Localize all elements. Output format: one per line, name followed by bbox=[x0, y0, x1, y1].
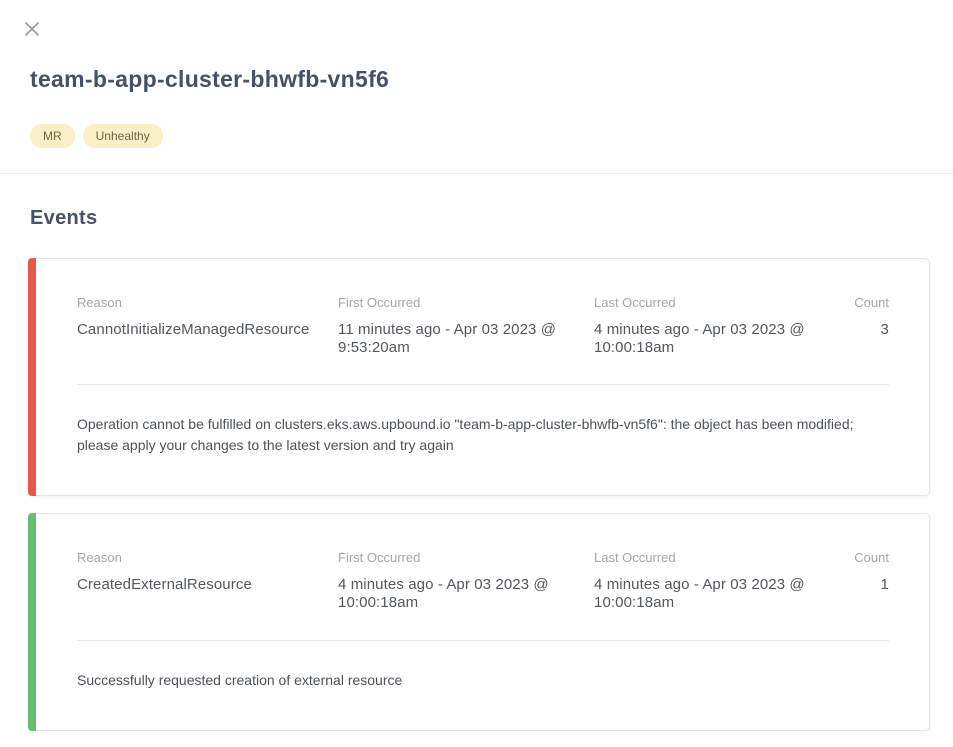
column-label-first-occurred: First Occurred bbox=[338, 295, 566, 310]
status-badge-unhealthy: Unhealthy bbox=[83, 124, 163, 148]
event-message: Successfully requested creation of exter… bbox=[77, 670, 889, 691]
event-header-row: Reason CannotInitializeManagedResource F… bbox=[77, 295, 889, 356]
column-label-last-occurred: Last Occurred bbox=[594, 295, 808, 310]
event-last-occurred: 4 minutes ago - Apr 03 2023 @ 10:00:18am bbox=[594, 321, 808, 356]
event-reason: CannotInitializeManagedResource bbox=[77, 321, 326, 339]
event-card-list: Reason CannotInitializeManagedResource F… bbox=[28, 258, 930, 731]
event-first-occurred: 11 minutes ago - Apr 03 2023 @ 9:53:20am bbox=[338, 321, 566, 356]
header-divider bbox=[0, 173, 953, 174]
event-first-occurred: 4 minutes ago - Apr 03 2023 @ 10:00:18am bbox=[338, 576, 566, 611]
column-label-reason: Reason bbox=[77, 550, 326, 565]
column-label-reason: Reason bbox=[77, 295, 326, 310]
success-accent-bar bbox=[28, 513, 36, 730]
event-last-occurred: 4 minutes ago - Apr 03 2023 @ 10:00:18am bbox=[594, 576, 808, 611]
column-label-last-occurred: Last Occurred bbox=[594, 550, 808, 565]
close-icon bbox=[24, 21, 40, 37]
event-card-error: Reason CannotInitializeManagedResource F… bbox=[28, 258, 930, 496]
page-title: team-b-app-cluster-bhwfb-vn5f6 bbox=[30, 66, 389, 93]
event-count: 3 bbox=[820, 321, 889, 339]
badge-row: MR Unhealthy bbox=[30, 124, 163, 148]
card-divider bbox=[77, 640, 889, 641]
event-header-row: Reason CreatedExternalResource First Occ… bbox=[77, 550, 889, 611]
error-accent-bar bbox=[28, 258, 36, 496]
column-label-count: Count bbox=[820, 550, 889, 565]
event-card-success: Reason CreatedExternalResource First Occ… bbox=[28, 513, 930, 730]
column-label-first-occurred: First Occurred bbox=[338, 550, 566, 565]
close-button[interactable] bbox=[24, 21, 40, 37]
event-count: 1 bbox=[820, 576, 889, 594]
events-section: Events Reason CannotInitializeManagedRes… bbox=[30, 207, 930, 747]
column-label-count: Count bbox=[820, 295, 889, 310]
event-message: Operation cannot be fulfilled on cluster… bbox=[77, 414, 889, 456]
events-heading: Events bbox=[30, 207, 930, 230]
status-badge-mr: MR bbox=[30, 124, 75, 148]
card-divider bbox=[77, 384, 889, 385]
event-reason: CreatedExternalResource bbox=[77, 576, 326, 594]
resource-detail-panel: team-b-app-cluster-bhwfb-vn5f6 MR Unheal… bbox=[0, 0, 953, 747]
